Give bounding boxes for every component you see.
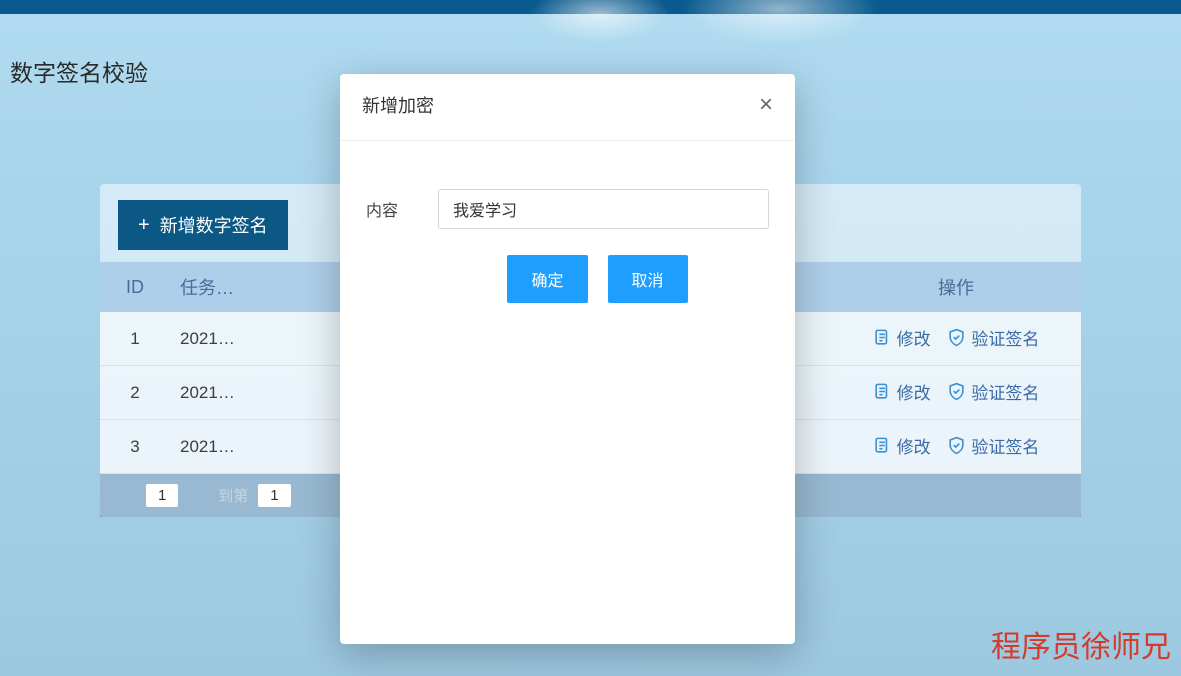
next-page-icon[interactable]: > xyxy=(188,486,206,506)
cell-task: 2021… xyxy=(170,420,310,474)
cell-id: 1 xyxy=(100,312,170,366)
document-icon xyxy=(873,382,892,401)
shield-check-icon xyxy=(947,436,966,455)
close-icon[interactable]: × xyxy=(759,93,773,117)
page-current[interactable]: 1 xyxy=(146,484,178,507)
cell-id: 2 xyxy=(100,366,170,420)
modal-body: 内容 确定 取消 xyxy=(340,141,795,323)
column-header-action: 操作 xyxy=(831,262,1081,312)
content-input[interactable] xyxy=(438,189,769,229)
cancel-button[interactable]: 取消 xyxy=(608,255,688,303)
document-icon xyxy=(873,328,892,347)
verify-link[interactable]: 验证签名 xyxy=(947,379,1039,404)
add-button-label: 新增数字签名 xyxy=(160,212,268,238)
watermark: 程序员徐师兄 xyxy=(991,622,1171,666)
content-field-row: 内容 xyxy=(366,189,769,229)
cell-task: 2021… xyxy=(170,366,310,420)
shield-check-icon xyxy=(947,328,966,347)
content-label: 内容 xyxy=(366,197,414,221)
edit-link[interactable]: 修改 xyxy=(873,325,931,350)
prev-page-icon[interactable]: < xyxy=(118,486,136,506)
column-header-id: ID xyxy=(100,262,170,312)
plus-icon: + xyxy=(138,215,150,235)
cell-task: 2021… xyxy=(170,312,310,366)
cell-actions: 修改 验证签名 xyxy=(831,312,1081,366)
add-signature-button[interactable]: + 新增数字签名 xyxy=(118,200,288,250)
edit-link[interactable]: 修改 xyxy=(873,379,931,404)
cell-actions: 修改 验证签名 xyxy=(831,366,1081,420)
modal-title: 新增加密 xyxy=(362,92,434,118)
document-icon xyxy=(873,436,892,455)
goto-label: 到第 xyxy=(218,485,248,506)
modal-header: 新增加密 × xyxy=(340,74,795,141)
cell-actions: 修改 验证签名 xyxy=(831,420,1081,474)
shield-check-icon xyxy=(947,382,966,401)
verify-link[interactable]: 验证签名 xyxy=(947,433,1039,458)
modal-actions: 确定 取消 xyxy=(366,255,769,303)
add-encryption-modal: 新增加密 × 内容 确定 取消 xyxy=(340,74,795,644)
confirm-button[interactable]: 确定 xyxy=(507,255,587,303)
cell-id: 3 xyxy=(100,420,170,474)
decorative-clouds xyxy=(400,0,950,64)
goto-page-input[interactable]: 1 xyxy=(258,484,290,507)
page-title: 数字签名校验 xyxy=(10,54,148,88)
verify-link[interactable]: 验证签名 xyxy=(947,325,1039,350)
edit-link[interactable]: 修改 xyxy=(873,433,931,458)
column-header-task: 任务… xyxy=(170,262,310,312)
